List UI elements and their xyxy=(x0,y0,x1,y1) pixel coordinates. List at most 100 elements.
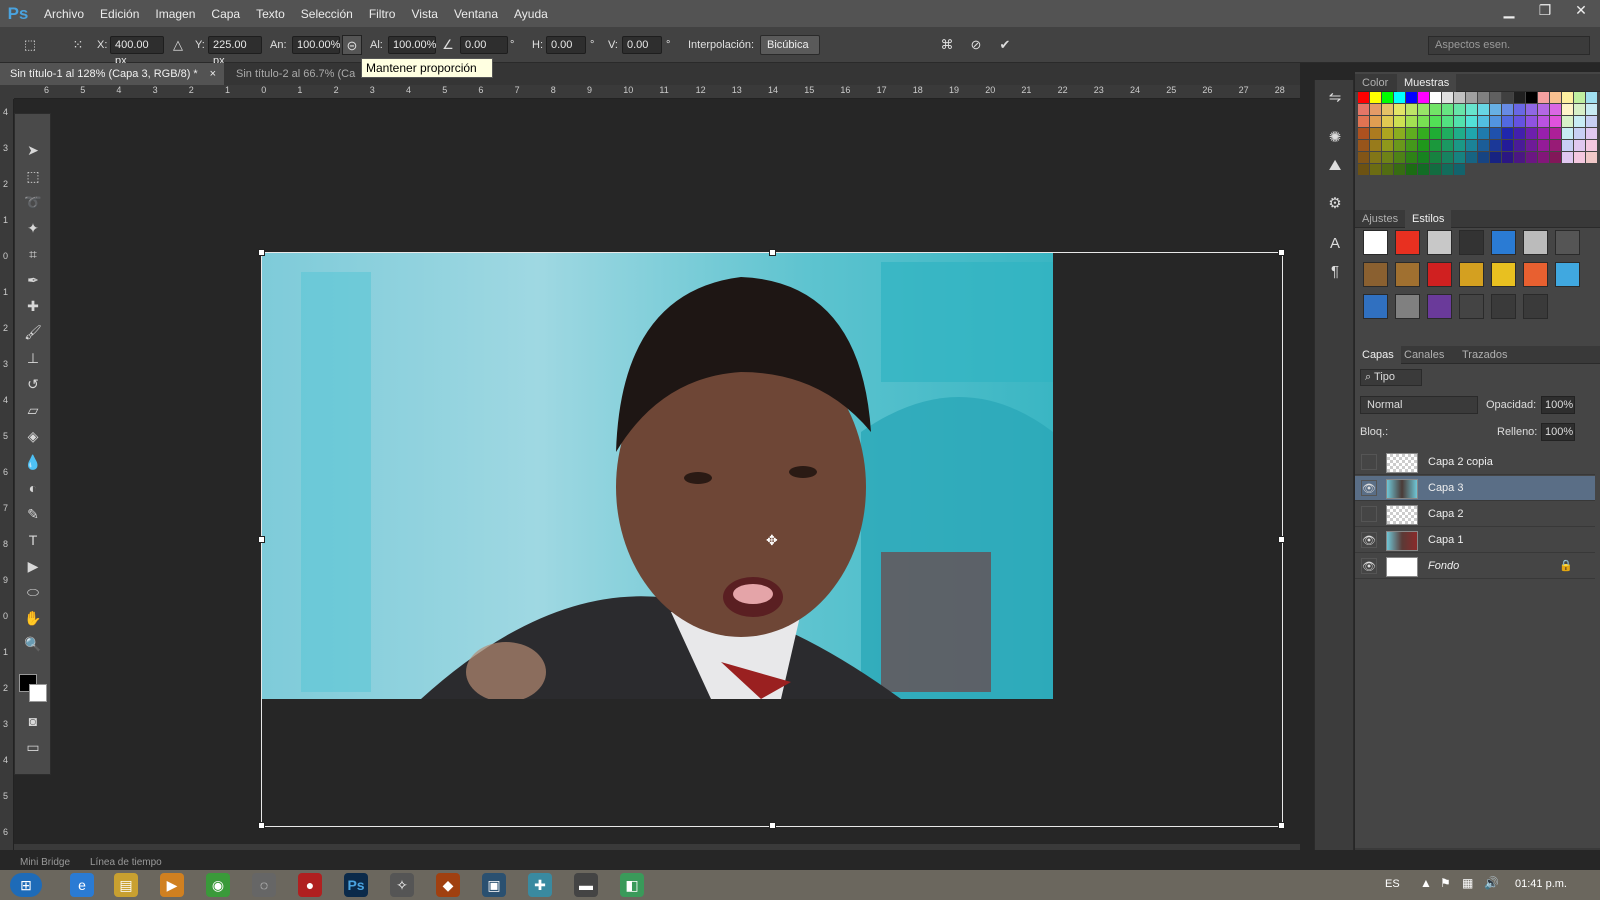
ellipse-tool-icon[interactable]: ⬭ xyxy=(21,581,45,603)
swatch[interactable] xyxy=(1574,152,1585,163)
folder-icon[interactable]: ▤ xyxy=(114,873,138,897)
swatch[interactable] xyxy=(1430,104,1441,115)
eraser-tool-icon[interactable]: ▱ xyxy=(21,399,45,421)
menu-edicion[interactable]: Edición xyxy=(92,7,147,21)
swatch[interactable] xyxy=(1406,92,1417,103)
character-panel-icon[interactable]: A xyxy=(1323,232,1347,256)
menu-capa[interactable]: Capa xyxy=(203,7,248,21)
swatch[interactable] xyxy=(1526,140,1537,151)
swatch[interactable] xyxy=(1586,140,1597,151)
zoom-tool-icon[interactable]: 🔍 xyxy=(21,633,45,655)
swatch[interactable] xyxy=(1502,104,1513,115)
close-tab-icon[interactable]: × xyxy=(210,63,216,85)
style-preset[interactable] xyxy=(1523,262,1548,287)
photoshop-taskbar-icon[interactable]: Ps xyxy=(344,873,368,897)
transform-tool-icon[interactable]: ⬚ xyxy=(20,35,40,55)
style-preset[interactable] xyxy=(1459,262,1484,287)
swatch[interactable] xyxy=(1538,152,1549,163)
app-icon[interactable]: ✧ xyxy=(390,873,414,897)
swatch[interactable] xyxy=(1562,104,1573,115)
menu-archivo[interactable]: Archivo xyxy=(36,7,92,21)
swatch[interactable] xyxy=(1550,152,1561,163)
swatch[interactable] xyxy=(1430,140,1441,151)
swatch[interactable] xyxy=(1406,152,1417,163)
swatch[interactable] xyxy=(1406,140,1417,151)
swatch[interactable] xyxy=(1478,140,1489,151)
layer-row-fondo[interactable]: 👁 Fondo 🔒 xyxy=(1355,554,1595,579)
ie-icon[interactable]: e xyxy=(70,873,94,897)
link-icon[interactable]: ⊝ xyxy=(342,35,362,55)
swatch[interactable] xyxy=(1514,128,1525,139)
minimize-icon[interactable]: ▁ xyxy=(1492,0,1526,22)
swatch[interactable] xyxy=(1478,152,1489,163)
app-icon[interactable]: ◆ xyxy=(436,873,460,897)
swatch[interactable] xyxy=(1490,152,1501,163)
history-brush-tool-icon[interactable]: ↺ xyxy=(21,373,45,395)
swatch[interactable] xyxy=(1526,104,1537,115)
swatch[interactable] xyxy=(1550,116,1561,127)
transform-center-icon[interactable]: ✥ xyxy=(766,532,778,549)
swatch[interactable] xyxy=(1418,104,1429,115)
swatch[interactable] xyxy=(1490,92,1501,103)
layer-row-capa-3[interactable]: 👁 Capa 3 xyxy=(1355,476,1595,501)
clone-stamp-tool-icon[interactable]: ⊥ xyxy=(21,347,45,369)
swatch[interactable] xyxy=(1358,140,1369,151)
swatch[interactable] xyxy=(1526,128,1537,139)
swatch[interactable] xyxy=(1394,92,1405,103)
menu-filtro[interactable]: Filtro xyxy=(361,7,404,21)
blend-mode-select[interactable]: Normal xyxy=(1360,396,1478,414)
tab-paths[interactable]: Trazados xyxy=(1455,346,1514,364)
swatch[interactable] xyxy=(1562,152,1573,163)
app-icon[interactable]: ✚ xyxy=(528,873,552,897)
swatch[interactable] xyxy=(1538,116,1549,127)
swatch[interactable] xyxy=(1538,104,1549,115)
hskew-field[interactable]: 0.00 xyxy=(546,36,586,54)
swatch[interactable] xyxy=(1418,128,1429,139)
style-preset[interactable] xyxy=(1395,230,1420,255)
swatch[interactable] xyxy=(1358,104,1369,115)
app-icon[interactable]: ▬ xyxy=(574,873,598,897)
swatch[interactable] xyxy=(1430,152,1441,163)
swatch[interactable] xyxy=(1370,104,1381,115)
swatch[interactable] xyxy=(1550,92,1561,103)
width-field[interactable]: 100.00% xyxy=(292,36,340,54)
style-preset[interactable] xyxy=(1555,230,1580,255)
visibility-eye-icon[interactable]: 👁 xyxy=(1361,558,1377,574)
style-preset[interactable] xyxy=(1395,294,1420,319)
swatch[interactable] xyxy=(1526,152,1537,163)
tray-arrow-icon[interactable]: ▲ xyxy=(1420,876,1432,890)
swatch[interactable] xyxy=(1382,104,1393,115)
reference-point-icon[interactable]: ⁙ xyxy=(68,35,88,55)
tab-swatches[interactable]: Muestras xyxy=(1397,74,1457,92)
swatch[interactable] xyxy=(1574,128,1585,139)
swatch[interactable] xyxy=(1382,140,1393,151)
style-preset[interactable] xyxy=(1523,230,1548,255)
style-preset[interactable] xyxy=(1427,262,1452,287)
height-field[interactable]: 100.00% xyxy=(388,36,436,54)
swatch[interactable] xyxy=(1478,128,1489,139)
tab-color[interactable]: Color xyxy=(1355,74,1395,92)
dodge-tool-icon[interactable]: ◐ xyxy=(21,477,45,499)
swatch[interactable] xyxy=(1430,128,1441,139)
swatch[interactable] xyxy=(1502,140,1513,151)
app-icon[interactable]: ◌ xyxy=(252,873,276,897)
app-icon[interactable]: ▣ xyxy=(482,873,506,897)
swatch[interactable] xyxy=(1382,128,1393,139)
close-icon[interactable]: ✕ xyxy=(1564,0,1598,22)
swatch[interactable] xyxy=(1418,116,1429,127)
swatch[interactable] xyxy=(1466,152,1477,163)
swatch[interactable] xyxy=(1550,140,1561,151)
style-preset[interactable] xyxy=(1363,230,1388,255)
chrome-icon[interactable]: ◉ xyxy=(206,873,230,897)
swatch[interactable] xyxy=(1442,140,1453,151)
tab-mini-bridge[interactable]: Mini Bridge xyxy=(20,857,70,868)
style-preset[interactable] xyxy=(1395,262,1420,287)
volume-icon[interactable]: 🔊 xyxy=(1484,876,1499,890)
marquee-tool-icon[interactable]: ⬚ xyxy=(21,165,45,187)
media-player-icon[interactable]: ▶ xyxy=(160,873,184,897)
swatch[interactable] xyxy=(1514,140,1525,151)
swatch[interactable] xyxy=(1526,92,1537,103)
swatch[interactable] xyxy=(1418,152,1429,163)
swatch[interactable] xyxy=(1394,140,1405,151)
swatch[interactable] xyxy=(1370,164,1381,175)
